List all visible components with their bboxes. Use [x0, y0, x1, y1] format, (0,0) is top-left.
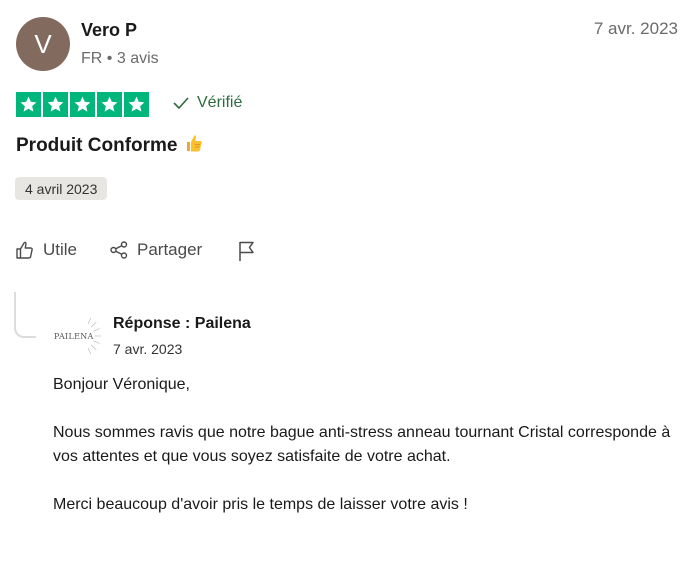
share-label: Partager — [137, 240, 203, 259]
svg-text:PAILENA: PAILENA — [54, 332, 94, 341]
reply-body: Bonjour Véronique, Nous sommes ravis que… — [53, 373, 673, 541]
reply-connector-line — [14, 292, 36, 338]
reviewer-meta: FR • 3 avis — [81, 50, 159, 68]
star-icon — [43, 92, 68, 117]
star-icon — [70, 92, 95, 117]
reviewer-country: FR — [81, 50, 103, 67]
thumbs-up-emoji-icon — [184, 133, 204, 159]
review-title: Produit Conforme — [16, 133, 204, 159]
share-icon — [110, 241, 128, 259]
verified-badge[interactable]: Vérifié — [173, 94, 242, 112]
reply-paragraph: Bonjour Véronique, — [53, 376, 190, 393]
star-icon — [97, 92, 122, 117]
avatar-initial: V — [34, 28, 52, 59]
thumbs-up-icon — [16, 241, 33, 259]
star-rating — [16, 92, 149, 117]
star-icon — [124, 92, 149, 117]
reply-date: 7 avr. 2023 — [113, 341, 183, 357]
reply-title: Réponse : Pailena — [113, 315, 251, 332]
experience-date-badge: 4 avril 2023 — [15, 177, 108, 200]
report-button[interactable] — [237, 240, 257, 262]
reply-paragraph: Merci beaucoup d'avoir pris le temps de … — [53, 496, 468, 513]
reviewer-name[interactable]: Vero P — [81, 20, 137, 41]
star-icon — [16, 92, 41, 117]
useful-button[interactable]: Utile — [15, 240, 77, 260]
avatar[interactable]: V — [16, 17, 70, 71]
meta-separator: • — [106, 50, 113, 67]
reviewer-review-count: 3 avis — [116, 50, 159, 67]
verified-label: Vérifié — [197, 94, 243, 111]
review-date: 7 avr. 2023 — [593, 19, 678, 38]
review-title-text: Produit Conforme — [16, 135, 178, 156]
pailena-logo: PAILENA — [54, 318, 101, 354]
flag-icon — [239, 241, 254, 261]
useful-label: Utile — [43, 240, 78, 259]
reply-paragraph: Nous sommes ravis que notre bague anti-s… — [53, 424, 671, 465]
checkmark-icon — [173, 97, 189, 109]
share-button[interactable]: Partager — [109, 240, 202, 260]
